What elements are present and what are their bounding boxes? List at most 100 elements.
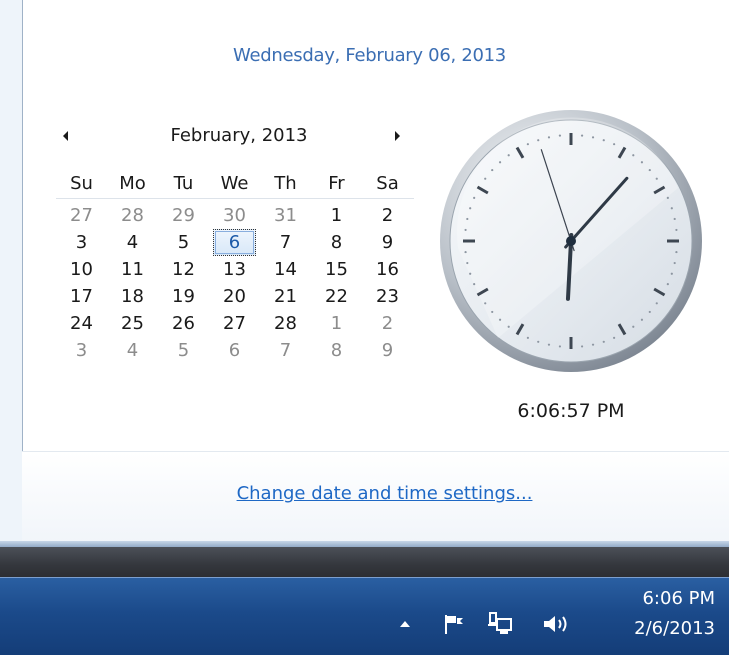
calendar-day[interactable]: 11 — [107, 256, 158, 283]
clock-minute-dot — [498, 318, 502, 321]
left-arrow-icon — [62, 131, 68, 141]
calendar-day[interactable]: 5 — [158, 229, 209, 256]
clock-minute-dot — [613, 143, 616, 146]
clock-minute-dot — [673, 217, 676, 221]
network-button[interactable] — [485, 612, 517, 636]
calendar-day[interactable]: 7 — [260, 229, 311, 256]
calendar-day[interactable]: 12 — [158, 256, 209, 283]
clock-minute-dot — [655, 177, 658, 180]
calendar-day[interactable]: 21 — [260, 283, 311, 310]
calendar-day[interactable]: 23 — [362, 283, 413, 310]
right-arrow-icon — [394, 131, 400, 141]
clock-minute-dot — [591, 343, 595, 346]
calendar-day[interactable]: 9 — [362, 337, 413, 364]
clock-minute-dot — [655, 302, 658, 305]
clock-minute-dot — [464, 250, 467, 254]
analog-clock — [440, 110, 702, 372]
calendar-week-row: 24 25 26 27 28 1 2 — [56, 310, 414, 337]
calendar-day[interactable]: 27 — [56, 202, 107, 229]
clock-minute-dot — [473, 283, 476, 286]
clock-minute-dot — [648, 310, 651, 314]
calendar-day[interactable]: 28 — [107, 202, 158, 229]
calendar-day[interactable]: 29 — [158, 202, 209, 229]
calendar-day[interactable]: 8 — [311, 337, 362, 364]
network-icon — [488, 612, 512, 634]
calendar-day[interactable]: 20 — [209, 283, 260, 310]
background-window-strip — [0, 547, 729, 577]
calendar-day[interactable]: 13 — [209, 256, 260, 283]
taskbar-clock[interactable]: 6:06 PM 2/6/2013 — [600, 584, 729, 650]
calendar-day[interactable]: 5 — [158, 337, 209, 364]
month-title[interactable]: February, 2013 — [124, 124, 354, 148]
weekday-header-row: Su Mo Tu We Th Fr Sa — [56, 170, 414, 199]
clock-minute-dot — [580, 345, 584, 348]
long-date-header[interactable]: Wednesday, February 06, 2013 — [0, 45, 729, 66]
calendar-day[interactable]: 7 — [260, 337, 311, 364]
clock-minute-dot — [526, 336, 529, 339]
calendar-day[interactable]: 19 — [158, 283, 209, 310]
clock-minute-dot — [602, 340, 605, 343]
calendar-day[interactable]: 10 — [56, 256, 107, 283]
clock-minute-dot — [507, 325, 510, 328]
calendar-day[interactable]: 27 — [209, 310, 260, 337]
clock-minute-dot — [602, 139, 605, 142]
calendar-day[interactable]: 18 — [107, 283, 158, 310]
clock-minute-dot — [537, 139, 540, 142]
previous-month-button[interactable] — [56, 124, 74, 148]
calendar-day[interactable]: 3 — [56, 229, 107, 256]
weekday-label: Mo — [119, 173, 146, 194]
calendar-day[interactable]: 2 — [362, 310, 413, 337]
clock-minute-dot — [507, 154, 510, 157]
calendar-day[interactable]: 15 — [311, 256, 362, 283]
taskbar-time: 6:06 PM — [642, 588, 715, 609]
calendar-day[interactable]: 3 — [56, 337, 107, 364]
calendar-day[interactable]: 2 — [362, 202, 413, 229]
clock-minute-dot — [632, 325, 635, 328]
clock-minute-dot — [580, 134, 584, 137]
calendar-week-row: 10 11 12 13 14 15 16 — [56, 256, 414, 283]
clock-center-hub — [566, 236, 576, 246]
calendar-day[interactable]: 4 — [107, 229, 158, 256]
calendar-day[interactable]: 22 — [311, 283, 362, 310]
clock-minute-dot — [498, 161, 502, 164]
calendar-day[interactable]: 4 — [107, 337, 158, 364]
calendar-day[interactable]: 6 — [209, 337, 260, 364]
clock-minute-dot — [526, 143, 529, 146]
next-month-button[interactable] — [388, 124, 406, 148]
clock-minute-dot — [491, 310, 494, 314]
calendar-day[interactable]: 1 — [311, 202, 362, 229]
clock-minute-dot — [484, 302, 487, 305]
volume-button[interactable] — [540, 612, 574, 636]
calendar-day-today[interactable]: 6 — [213, 229, 256, 256]
weekday-label: Tu — [173, 173, 194, 194]
show-hidden-icons-button[interactable] — [396, 612, 414, 636]
weekday-label: Fr — [328, 173, 345, 194]
calendar-day[interactable]: 8 — [311, 229, 362, 256]
calendar-navigation: February, 2013 — [56, 124, 414, 148]
volume-icon — [544, 616, 567, 632]
clock-minute-dot — [670, 207, 673, 210]
calendar-grid: Su Mo Tu We Th Fr Sa 27 28 29 30 31 1 2 3 4 5 6 7 8 9 10 11 12… — [56, 170, 414, 364]
calendar-day[interactable]: 25 — [107, 310, 158, 337]
clock-minute-dot — [640, 318, 644, 321]
calendar-day[interactable]: 26 — [158, 310, 209, 337]
calendar-day[interactable]: 24 — [56, 310, 107, 337]
clock-minute-dot — [666, 283, 669, 286]
calendar-day[interactable]: 16 — [362, 256, 413, 283]
clock-minute-dot — [632, 154, 635, 157]
weekday-label: Su — [70, 173, 93, 194]
clock-minute-dot — [484, 177, 487, 180]
clock-minute-dot — [613, 336, 616, 339]
action-center-button[interactable] — [440, 612, 468, 636]
calendar-day[interactable]: 9 — [362, 229, 413, 256]
calendar-day[interactable]: 31 — [260, 202, 311, 229]
calendar-day[interactable]: 28 — [260, 310, 311, 337]
calendar-day[interactable]: 14 — [260, 256, 311, 283]
calendar-day[interactable]: 17 — [56, 283, 107, 310]
calendar-day[interactable]: 30 — [209, 202, 260, 229]
clock-minute-dot — [466, 217, 469, 221]
clock-minute-dot — [673, 261, 676, 265]
calendar-week-row: 27 28 29 30 31 1 2 — [56, 202, 414, 229]
calendar-day[interactable]: 1 — [311, 310, 362, 337]
change-date-time-settings-link[interactable]: Change date and time settings... — [0, 483, 729, 504]
